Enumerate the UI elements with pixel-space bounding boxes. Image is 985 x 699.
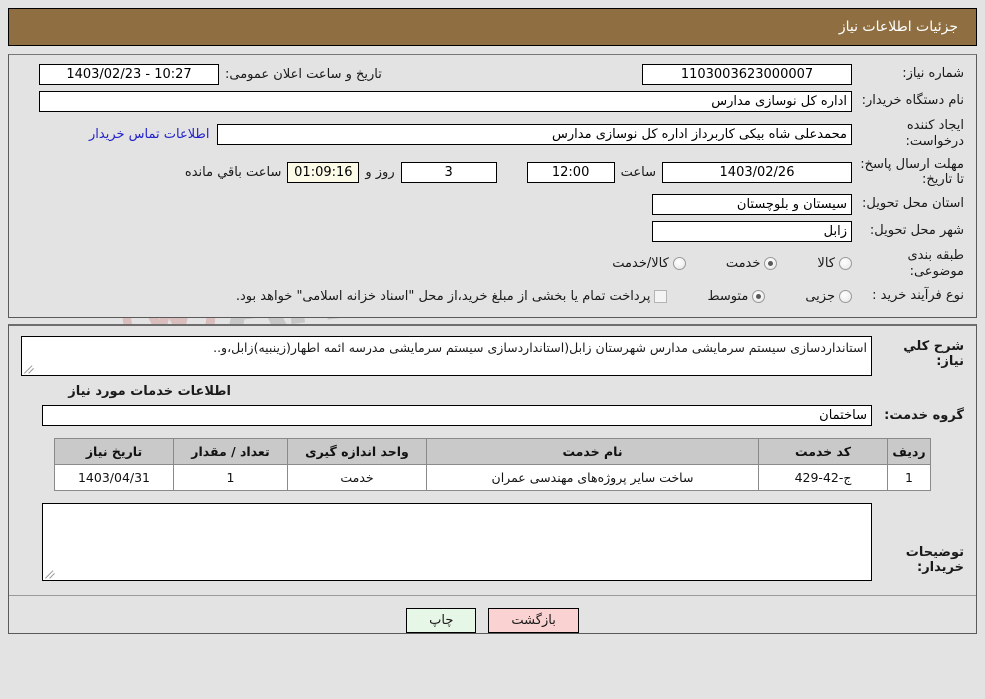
table-row: 1 ج-42-429 ساخت سایر پروژه‌های مهندسی عم… [54, 464, 931, 492]
radio-icon[interactable] [672, 257, 686, 271]
request-creator-label: ایجاد کننده درخواست: [905, 118, 964, 150]
deadline-date-field[interactable]: 1403/02/26 [662, 161, 852, 183]
deadline-days-label: روز و [365, 164, 395, 180]
buyer-comments-textarea[interactable] [42, 503, 872, 582]
deadline-time-label: ساعت [620, 164, 656, 180]
resize-grip-icon[interactable] [45, 569, 55, 579]
announce-datetime-label: تاریخ و ساعت اعلان عمومی: [225, 67, 382, 82]
process-type-label: نوع فرآیند خرید : [872, 288, 964, 304]
page-root: جزئیات اطلاعات نیاز شماره نیاز: 11030036… [0, 8, 985, 635]
services-table-wrap: ردیف کد خدمت نام خدمت واحد اندازه گیری ت… [9, 434, 976, 499]
radio-icon-selected[interactable] [752, 289, 766, 303]
buyer-comments-label: توضیحات خریدار: [905, 545, 964, 576]
row-category: طبقه بندی موضوعی: کالا خدمت کالا/خدمت [9, 245, 976, 284]
radio-icon[interactable] [839, 257, 852, 271]
row-general-desc: شرح کلي نیاز: استانداردسازی سیستم سرمایش… [9, 332, 976, 378]
deadline-label: مهلت ارسال پاسخ: تا تاریخ: [860, 156, 964, 188]
deadline-time-field[interactable]: 12:00 [526, 161, 615, 183]
need-number-field[interactable]: 1103003623000007 [642, 64, 852, 85]
service-group-label: گروه خدمت: [884, 408, 964, 424]
table-header-row: ردیف کد خدمت نام خدمت واحد اندازه گیری ت… [54, 438, 931, 466]
row-need-number: شماره نیاز: 1103003623000007 تاریخ و ساع… [9, 61, 976, 88]
general-desc-label: شرح کلي نیاز: [903, 339, 964, 370]
col-need-date: تاریخ نیاز [54, 438, 174, 466]
service-group-field[interactable]: ساختمان [42, 405, 872, 427]
buyer-contact-link[interactable]: اطلاعات تماس خریدار [81, 127, 217, 142]
services-heading: اطلاعات خدمات مورد نیاز [68, 384, 231, 400]
announce-datetime-field[interactable]: 10:27 - 1403/02/23 [39, 64, 219, 85]
deadline-days-field[interactable]: 3 [400, 161, 497, 183]
row-process-type: نوع فرآیند خرید : جزیی متوسط پرداخت تمام… [9, 283, 976, 309]
category-option-kala-khedmat[interactable]: کالا/خدمت [612, 256, 686, 271]
need-info-panel: شماره نیاز: 1103003623000007 تاریخ و ساع… [8, 54, 977, 319]
category-radio-group: کالا خدمت کالا/خدمت [578, 256, 852, 271]
print-button[interactable]: چاپ [406, 608, 477, 634]
request-creator-field[interactable]: محمدعلی شاه بیکی کاربرداز اداره کل نوساز… [217, 123, 852, 145]
row-deadline: مهلت ارسال پاسخ: تا تاریخ: 1403/02/26 سا… [9, 154, 976, 191]
category-option-kala[interactable]: کالا [817, 256, 852, 271]
buyer-org-field[interactable]: اداره کل نوسازی مدارس [39, 91, 852, 112]
islamic-treasury-checkbox-item[interactable]: پرداخت تمام یا بخشی از مبلغ خرید،از محل … [236, 289, 668, 304]
row-buyer-comments: توضیحات خریدار: [9, 499, 976, 591]
cell-service-code: ج-42-429 [758, 464, 888, 492]
process-option-label: جزیی [805, 288, 835, 304]
page-title: جزئیات اطلاعات نیاز [838, 19, 958, 35]
province-field[interactable]: سیستان و بلوچستان [652, 193, 852, 215]
row-city: شهر محل تحویل: زابل [9, 218, 976, 245]
cell-need-date: 1403/04/31 [54, 464, 174, 492]
cell-unit: خدمت [287, 464, 427, 492]
category-option-label: خدمت [725, 256, 761, 272]
islamic-treasury-checkbox-label: پرداخت تمام یا بخشی از مبلغ خرید،از محل … [235, 288, 651, 304]
row-request-creator: ایجاد کننده درخواست: محمدعلی شاه بیکی کا… [9, 115, 976, 154]
province-label: استان محل تحویل: [862, 196, 964, 212]
details-panel: شرح کلي نیاز: استانداردسازی سیستم سرمایش… [8, 324, 977, 635]
city-label: شهر محل تحویل: [869, 223, 964, 239]
row-buyer-org: نام دستگاه خریدار: اداره کل نوسازی مدارس [9, 88, 976, 115]
col-service-name: نام خدمت [426, 438, 759, 466]
col-unit: واحد اندازه گیری [287, 438, 427, 466]
city-field[interactable]: زابل [652, 220, 852, 242]
process-option-motevaset[interactable]: متوسط [707, 288, 766, 304]
category-label: طبقه بندی موضوعی: [907, 247, 965, 279]
footer-actions: بازگشت چاپ [9, 595, 976, 634]
back-button[interactable]: بازگشت [488, 608, 579, 634]
row-province: استان محل تحویل: سیستان و بلوچستان [9, 191, 976, 218]
process-option-jozei[interactable]: جزیی [805, 289, 852, 304]
col-row-no: ردیف [887, 438, 931, 466]
category-option-label: کالا/خدمت [612, 256, 669, 272]
page-title-bar: جزئیات اطلاعات نیاز [8, 8, 977, 46]
cell-service-name: ساخت سایر پروژه‌های مهندسی عمران [426, 464, 759, 492]
general-desc-textarea[interactable]: استانداردسازی سیستم سرمایشی مدارس شهرستا… [21, 336, 872, 377]
col-service-code: کد خدمت [758, 438, 888, 466]
checkbox-icon[interactable] [654, 289, 668, 303]
row-service-group: گروه خدمت: ساختمان [9, 401, 976, 434]
services-table: ردیف کد خدمت نام خدمت واحد اندازه گیری ت… [54, 438, 931, 492]
category-option-label: کالا [817, 256, 835, 272]
process-option-label: متوسط [707, 288, 749, 304]
need-number-label: شماره نیاز: [902, 66, 964, 82]
deadline-countdown-field: 01:09:16 [287, 161, 360, 183]
resize-grip-icon[interactable] [24, 364, 34, 374]
radio-icon[interactable] [839, 289, 852, 303]
deadline-countdown-label: ساعت باقي مانده [184, 164, 282, 180]
process-type-radio-group: جزیی متوسط پرداخت تمام یا بخشی از مبلغ خ… [236, 289, 852, 304]
category-option-khedmat[interactable]: خدمت [726, 256, 778, 271]
cell-row-no: 1 [887, 464, 931, 492]
buyer-org-label: نام دستگاه خریدار: [861, 93, 964, 109]
cell-quantity: 1 [173, 464, 288, 492]
col-quantity: تعداد / مقدار [173, 438, 288, 466]
radio-icon-selected[interactable] [764, 257, 778, 271]
